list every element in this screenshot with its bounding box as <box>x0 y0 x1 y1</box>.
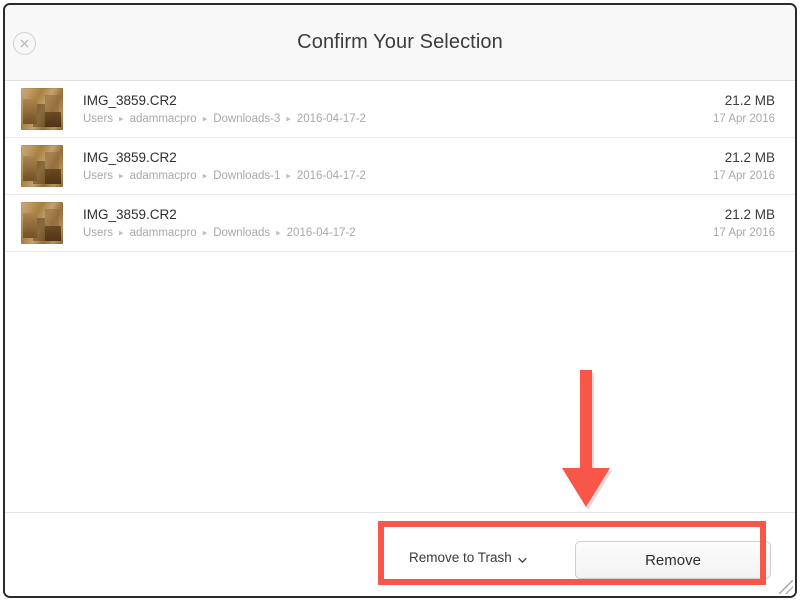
resize-grip-icon[interactable] <box>779 580 793 594</box>
file-info: IMG_3859.CR2 Users ▸ adammacpro ▸ Downlo… <box>63 206 713 240</box>
chevron-right-icon: ▸ <box>286 113 291 123</box>
file-stats: 21.2 MB 17 Apr 2016 <box>713 149 781 183</box>
breadcrumb-segment: 2016-04-17-2 <box>296 170 366 182</box>
breadcrumb-segment: Users <box>83 170 114 182</box>
selected-files-list: IMG_3859.CR2 Users ▸ adammacpro ▸ Downlo… <box>5 81 795 504</box>
photo-thumbnail <box>21 145 63 187</box>
chevron-right-icon: ▸ <box>202 113 208 123</box>
breadcrumb-segment: Downloads-1 <box>213 170 281 182</box>
file-stats: 21.2 MB 17 Apr 2016 <box>713 92 781 126</box>
chevron-right-icon: ▸ <box>276 227 281 237</box>
remove-action-select[interactable]: Remove to Trash <box>409 550 527 565</box>
confirm-selection-dialog: Confirm Your Selection IMG_3859.CR2 User… <box>3 3 797 598</box>
breadcrumb-segment: Downloads-3 <box>213 113 281 125</box>
chevron-right-icon: ▸ <box>202 227 208 237</box>
breadcrumb-segment: Downloads <box>213 227 271 239</box>
table-row[interactable]: IMG_3859.CR2 Users ▸ adammacpro ▸ Downlo… <box>5 195 795 252</box>
screenshot-root: Confirm Your Selection IMG_3859.CR2 User… <box>0 0 802 602</box>
remove-button[interactable]: Remove <box>575 541 771 579</box>
breadcrumb-segment: Users <box>83 227 114 239</box>
breadcrumb: Users ▸ adammacpro ▸ Downloads ▸ 2016-04… <box>83 226 713 240</box>
chevron-right-icon: ▸ <box>119 113 124 123</box>
file-name: IMG_3859.CR2 <box>83 93 177 108</box>
file-stats: 21.2 MB 17 Apr 2016 <box>713 206 781 240</box>
chevron-down-icon <box>518 553 527 563</box>
file-size: 21.2 MB <box>724 150 775 165</box>
file-info: IMG_3859.CR2 Users ▸ adammacpro ▸ Downlo… <box>63 149 713 183</box>
photo-thumbnail <box>21 202 63 244</box>
file-date: 17 Apr 2016 <box>712 170 775 182</box>
page-title: Confirm Your Selection <box>297 31 503 53</box>
dialog-titlebar: Confirm Your Selection <box>5 5 795 81</box>
breadcrumb: Users ▸ adammacpro ▸ Downloads-3 ▸ 2016-… <box>83 112 713 126</box>
file-date: 17 Apr 2016 <box>712 227 775 239</box>
file-size: 21.2 MB <box>724 93 775 108</box>
chevron-right-icon: ▸ <box>202 170 208 180</box>
photo-thumbnail <box>21 88 63 130</box>
chevron-right-icon: ▸ <box>286 170 291 180</box>
file-date: 17 Apr 2016 <box>712 113 775 125</box>
chevron-right-icon: ▸ <box>119 227 124 237</box>
breadcrumb-segment: 2016-04-17-2 <box>286 227 356 239</box>
breadcrumb-segment: adammacpro <box>129 113 197 125</box>
remove-action-select-label: Remove to Trash <box>409 550 512 565</box>
table-row[interactable]: IMG_3859.CR2 Users ▸ adammacpro ▸ Downlo… <box>5 138 795 195</box>
breadcrumb-segment: 2016-04-17-2 <box>296 113 366 125</box>
breadcrumb: Users ▸ adammacpro ▸ Downloads-1 ▸ 2016-… <box>83 169 713 183</box>
remove-button-label: Remove <box>645 551 701 569</box>
breadcrumb-segment: adammacpro <box>129 227 197 239</box>
breadcrumb-segment: adammacpro <box>129 170 197 182</box>
breadcrumb-segment: Users <box>83 113 114 125</box>
file-name: IMG_3859.CR2 <box>83 207 177 222</box>
file-info: IMG_3859.CR2 Users ▸ adammacpro ▸ Downlo… <box>63 92 713 126</box>
table-row[interactable]: IMG_3859.CR2 Users ▸ adammacpro ▸ Downlo… <box>5 81 795 138</box>
file-name: IMG_3859.CR2 <box>83 150 177 165</box>
file-size: 21.2 MB <box>724 207 775 222</box>
chevron-right-icon: ▸ <box>119 170 124 180</box>
